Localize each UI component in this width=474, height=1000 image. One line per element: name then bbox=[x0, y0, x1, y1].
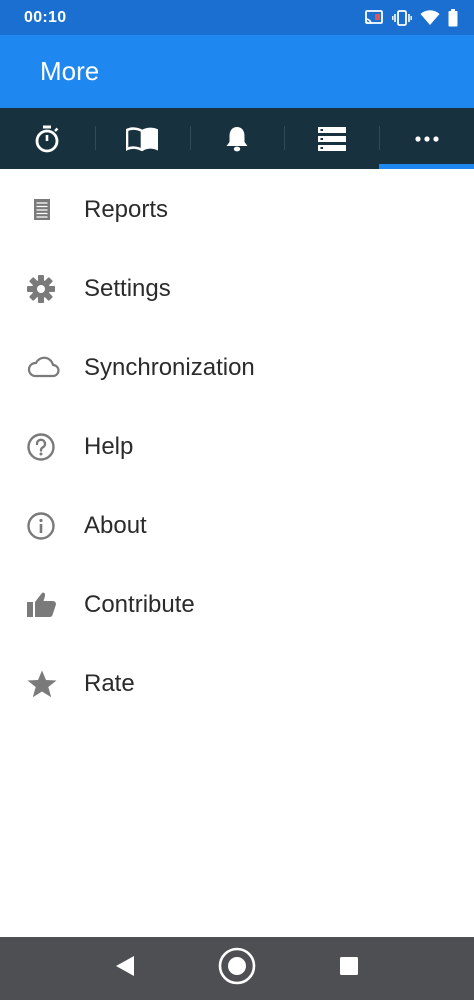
book-icon bbox=[126, 126, 159, 151]
home-icon bbox=[217, 946, 257, 991]
list-icon bbox=[317, 126, 346, 151]
bell-icon bbox=[225, 126, 249, 152]
more-menu-list: Reports Settings Synchronization Help Ab… bbox=[0, 170, 474, 723]
menu-item-about[interactable]: About bbox=[0, 486, 474, 565]
recents-button[interactable] bbox=[332, 951, 366, 985]
tab-book[interactable] bbox=[94, 108, 190, 169]
menu-item-label: Settings bbox=[84, 274, 171, 302]
more-horiz-icon bbox=[414, 135, 439, 142]
menu-item-label: Help bbox=[84, 432, 134, 460]
vibrate-icon bbox=[392, 9, 412, 26]
menu-item-label: Synchronization bbox=[84, 353, 255, 381]
status-time: 00:10 bbox=[24, 8, 67, 26]
menu-item-label: Reports bbox=[84, 195, 169, 223]
gear-icon bbox=[0, 274, 84, 304]
report-icon bbox=[0, 195, 84, 225]
menu-item-synchronization[interactable]: Synchronization bbox=[0, 328, 474, 407]
menu-item-help[interactable]: Help bbox=[0, 407, 474, 486]
battery-icon bbox=[448, 8, 458, 27]
menu-item-contribute[interactable]: Contribute bbox=[0, 565, 474, 644]
menu-item-label: Contribute bbox=[84, 590, 195, 618]
back-icon bbox=[114, 954, 136, 983]
menu-item-reports[interactable]: Reports bbox=[0, 170, 474, 249]
app-bar: More bbox=[0, 35, 474, 108]
menu-item-label: About bbox=[84, 511, 147, 539]
status-bar: 00:10 bbox=[0, 0, 474, 35]
page-title: More bbox=[40, 56, 100, 86]
menu-item-settings[interactable]: Settings bbox=[0, 249, 474, 328]
help-icon bbox=[0, 432, 84, 462]
home-button[interactable] bbox=[217, 946, 257, 991]
tab-stopwatch[interactable] bbox=[0, 108, 95, 169]
stopwatch-icon bbox=[34, 125, 60, 153]
star-icon bbox=[0, 669, 84, 699]
menu-item-rate[interactable]: Rate bbox=[0, 644, 474, 723]
tab-notifications[interactable] bbox=[189, 108, 285, 169]
status-icons bbox=[364, 8, 458, 27]
wifi-icon bbox=[420, 9, 440, 26]
info-icon bbox=[0, 511, 84, 541]
menu-item-label: Rate bbox=[84, 669, 135, 697]
thumbs-up-icon bbox=[0, 590, 84, 620]
recents-icon bbox=[339, 956, 359, 981]
tab-list[interactable] bbox=[284, 108, 379, 169]
back-button[interactable] bbox=[108, 951, 142, 985]
system-nav-bar bbox=[0, 937, 474, 1000]
tab-bar bbox=[0, 108, 474, 169]
tab-more[interactable] bbox=[379, 108, 474, 169]
cloud-icon bbox=[0, 353, 84, 383]
cast-icon bbox=[364, 9, 384, 26]
